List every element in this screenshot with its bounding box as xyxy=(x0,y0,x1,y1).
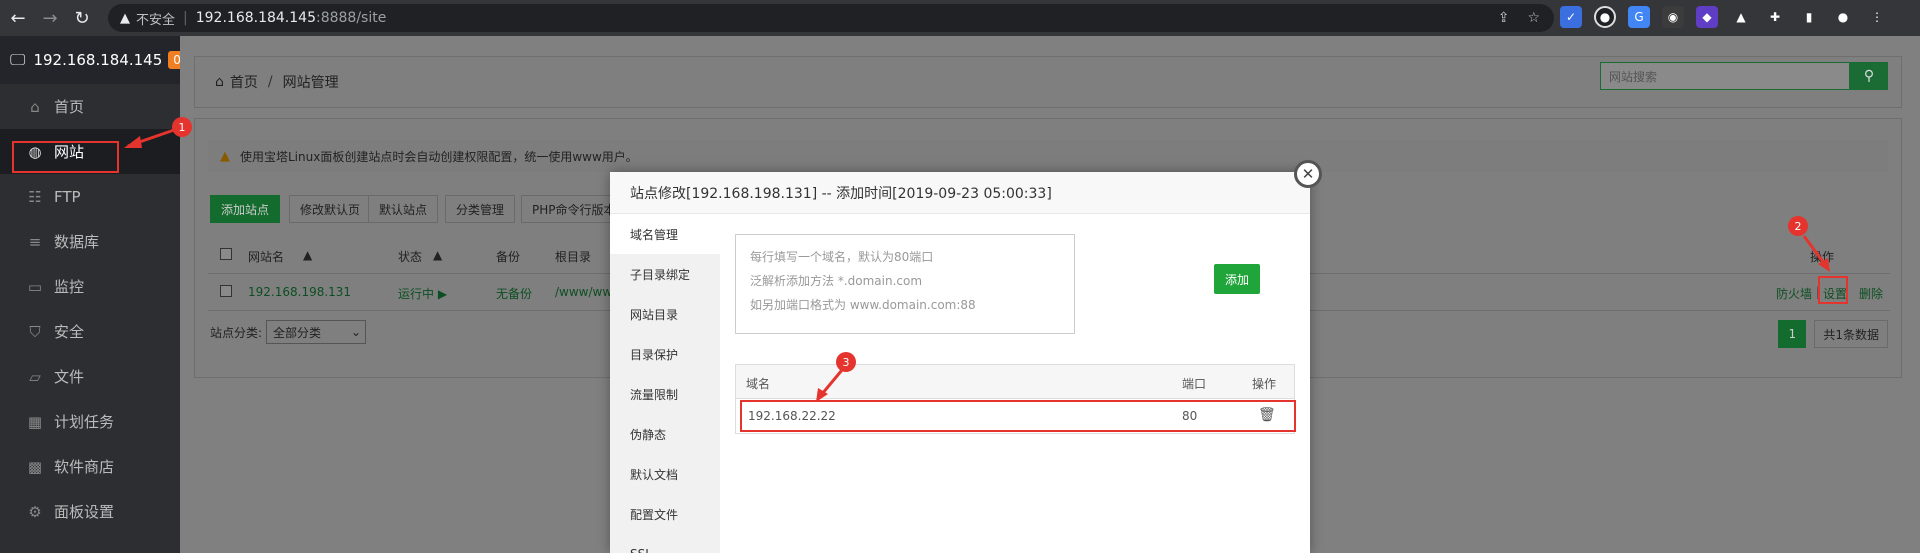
site-edit-modal: 站点修改[192.168.198.131] -- 添加时间[2019-09-23… xyxy=(610,172,1310,553)
annotation-arrow-3-line xyxy=(820,369,844,395)
annotation-arrowhead-1 xyxy=(124,136,142,148)
annotation-arrowhead-2 xyxy=(1818,258,1830,272)
annotation-arrow-3 xyxy=(816,369,844,402)
close-icon[interactable]: ✕ xyxy=(1294,160,1322,188)
